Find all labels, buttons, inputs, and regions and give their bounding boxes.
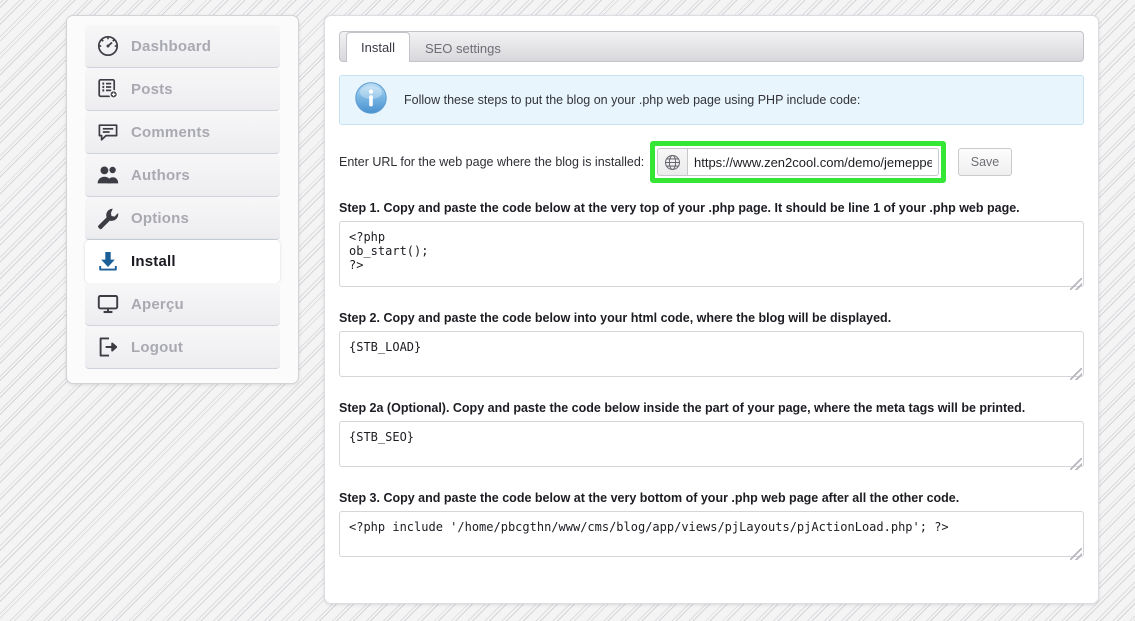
sidebar-item-label: Comments [131, 123, 211, 141]
main-panel: Install SEO settings Follow these steps … [324, 15, 1099, 604]
globe-icon [657, 148, 687, 176]
step-1-title: Step 1. Copy and paste the code below at… [339, 201, 1020, 215]
step-2-code[interactable] [339, 331, 1084, 377]
monitor-icon [85, 292, 131, 316]
gauge-icon [85, 34, 131, 58]
step-2a-textarea-wrap [339, 421, 1084, 472]
url-input[interactable] [687, 148, 939, 176]
tab-bar: Install SEO settings [339, 31, 1084, 62]
step-3-textarea-wrap [339, 511, 1084, 562]
posts-icon [85, 77, 131, 101]
sidebar-item-label: Posts [131, 80, 173, 98]
step-1-block: Step 1. Copy and paste the code below at… [339, 201, 1084, 292]
sidebar-item-label: Logout [131, 338, 184, 356]
step-1-code[interactable] [339, 221, 1084, 287]
sidebar-item-authors[interactable]: Authors [85, 154, 280, 197]
wrench-icon [85, 206, 131, 230]
sidebar-item-install[interactable]: Install [85, 240, 280, 283]
sidebar-item-comments[interactable]: Comments [85, 111, 280, 154]
sidebar: Dashboard Posts Comments Authors Options… [66, 15, 299, 384]
sidebar-item-posts[interactable]: Posts [85, 68, 280, 111]
sidebar-nav-list: Dashboard Posts Comments Authors Options… [67, 25, 298, 369]
sidebar-item-label: Aperçu [131, 295, 184, 313]
step-2a-block: Step 2a (Optional). Copy and paste the c… [339, 401, 1084, 472]
sidebar-item-apercu[interactable]: Aperçu [85, 283, 280, 326]
info-banner: Follow these steps to put the blog on yo… [339, 75, 1084, 125]
sidebar-item-label: Install [131, 252, 176, 270]
step-2-textarea-wrap [339, 331, 1084, 382]
sidebar-item-label: Authors [131, 166, 190, 184]
comment-icon [85, 120, 131, 144]
logout-icon [85, 335, 131, 359]
info-icon [354, 81, 388, 120]
save-button[interactable]: Save [958, 148, 1012, 176]
step-2a-title: Step 2a (Optional). Copy and paste the c… [339, 401, 1026, 415]
step-3-code[interactable] [339, 511, 1084, 557]
url-label: Enter URL for the web page where the blo… [339, 155, 645, 169]
tab-seo-settings[interactable]: SEO settings [410, 34, 516, 62]
step-3-block: Step 3. Copy and paste the code below at… [339, 491, 1084, 562]
step-2-block: Step 2. Copy and paste the code below in… [339, 311, 1084, 382]
download-icon [85, 249, 131, 273]
sidebar-item-logout[interactable]: Logout [85, 326, 280, 369]
sidebar-item-label: Dashboard [131, 37, 212, 55]
url-row: Enter URL for the web page where the blo… [339, 141, 1084, 183]
step-1-textarea-wrap [339, 221, 1084, 292]
step-2a-code[interactable] [339, 421, 1084, 467]
info-banner-text: Follow these steps to put the blog on yo… [404, 93, 861, 107]
step-2-title: Step 2. Copy and paste the code below in… [339, 311, 892, 325]
step-3-title: Step 3. Copy and paste the code below at… [339, 491, 960, 505]
sidebar-item-options[interactable]: Options [85, 197, 280, 240]
sidebar-item-label: Options [131, 209, 190, 227]
sidebar-item-dashboard[interactable]: Dashboard [85, 25, 280, 68]
url-input-group [657, 148, 939, 176]
url-highlight-box [650, 141, 946, 183]
users-icon [85, 163, 131, 187]
tab-install[interactable]: Install [346, 32, 410, 62]
